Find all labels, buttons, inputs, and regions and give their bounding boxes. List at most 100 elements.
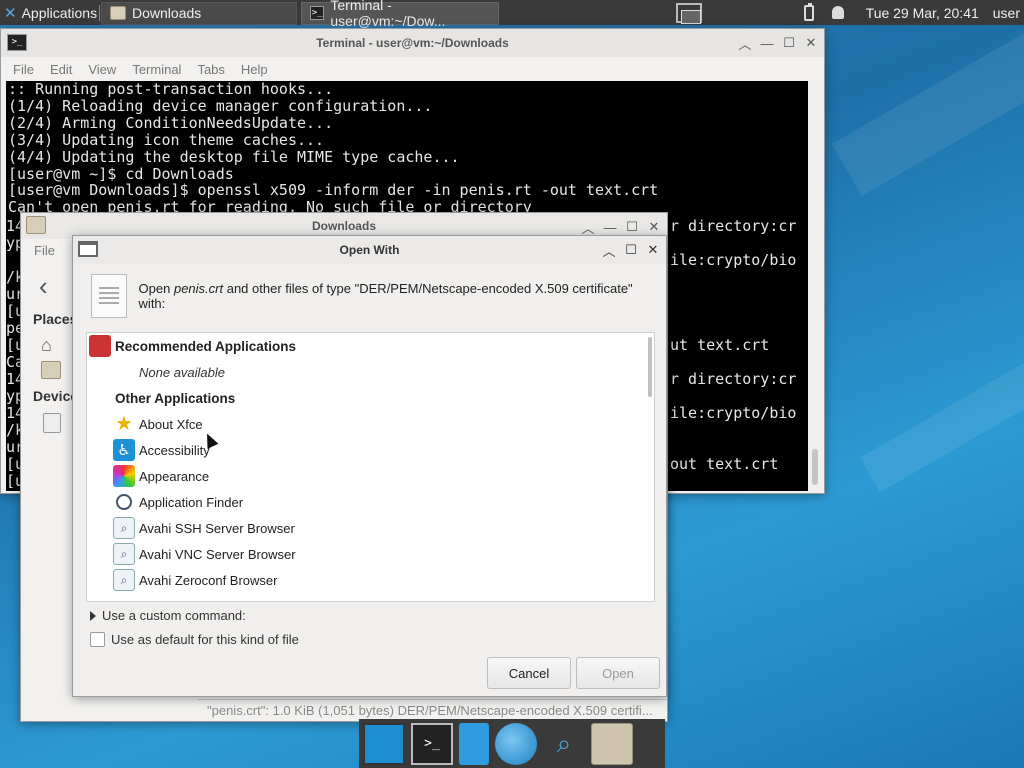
shade-button[interactable]: ︿ [738, 36, 752, 52]
close-button[interactable]: ✕ [804, 35, 818, 50]
desktop-folder-icon[interactable] [41, 361, 61, 379]
document-icon [91, 274, 127, 318]
show-desktop-icon[interactable] [363, 722, 405, 765]
terminal-fragment: ut text.crt [670, 336, 770, 354]
terminal-fragment: r directory:cr [670, 370, 797, 388]
drive-icon[interactable] [43, 413, 61, 433]
file-manager-icon[interactable] [591, 722, 633, 765]
terminal-icon[interactable]: >_ [411, 722, 453, 765]
taskbar-downloads[interactable]: Downloads [101, 1, 297, 25]
cancel-button[interactable]: Cancel [487, 657, 571, 689]
sidebar-places-label: Places [33, 311, 78, 327]
avahi-icon: ⌕ [113, 543, 135, 565]
use-as-default-checkbox[interactable]: Use as default for this kind of file [90, 632, 299, 647]
terminal-line: [user@vm Downloads]$ openssl x509 -infor… [8, 181, 659, 200]
terminal-line: (2/4) Arming ConditionNeedsUpdate... [8, 113, 334, 132]
list-scrollbar[interactable] [648, 337, 652, 397]
menu-tabs[interactable]: Tabs [189, 62, 232, 77]
close-button[interactable]: ✕ [647, 219, 661, 234]
menu-edit[interactable]: Edit [42, 62, 80, 77]
home-icon[interactable]: ⌂ [41, 335, 52, 356]
appearance-icon [113, 465, 135, 487]
dialog-title: Open With [339, 243, 400, 257]
terminal-fragment: ile:crypto/bio [670, 251, 797, 269]
star-icon: ★ [115, 413, 133, 435]
terminal-icon: >_ [310, 6, 325, 20]
application-list[interactable]: Recommended Applications None available … [86, 332, 655, 602]
avahi-icon: ⌕ [113, 517, 135, 539]
phone-icon[interactable] [459, 722, 489, 765]
panel-separator [99, 4, 100, 21]
none-available-label: None available [139, 364, 226, 380]
notification-bell-icon[interactable] [831, 6, 844, 19]
clock[interactable]: Tue 29 Mar, 20:41 [862, 0, 983, 25]
open-with-dialog: Open With ︿ ☐ ✕ Open penis.crt and other… [72, 235, 667, 697]
terminal-scrollbar[interactable] [809, 81, 823, 491]
panel-tray: Tue 29 Mar, 20:41 user [803, 0, 1024, 25]
back-button[interactable]: ‹ [39, 271, 48, 302]
app-avahi-ssh[interactable]: ⌕ Avahi SSH Server Browser [113, 515, 654, 541]
open-with-header: Open penis.crt and other files of type "… [91, 274, 656, 318]
terminal-line: [user@vm ~]$ cd Downloads [8, 164, 234, 183]
recommended-icon [89, 335, 111, 357]
terminal-fragment: ile:crypto/bio [670, 404, 797, 422]
window-icon [78, 241, 98, 257]
terminal-icon: >_ [7, 34, 27, 51]
maximize-button[interactable]: ☐ [625, 219, 639, 234]
app-about-xfce[interactable]: ★ About Xfce [113, 411, 654, 437]
app-accessibility[interactable]: ♿ Accessibility [113, 437, 654, 463]
close-button[interactable]: ✕ [646, 242, 660, 257]
menu-file[interactable]: File [34, 243, 55, 258]
accessibility-icon: ♿ [113, 439, 135, 461]
shade-button[interactable]: ︿ [602, 243, 616, 259]
web-browser-icon[interactable] [495, 722, 537, 765]
terminal-fragment: r directory:cr [670, 217, 797, 235]
checkbox[interactable] [90, 632, 105, 647]
menu-help[interactable]: Help [233, 62, 276, 77]
app-application-finder[interactable]: Application Finder [113, 489, 654, 515]
shade-button[interactable]: ︿ [581, 220, 595, 236]
open-with-description: Open penis.crt and other files of type "… [138, 281, 633, 311]
terminal-menubar: File Edit View Terminal Tabs Help [1, 57, 824, 81]
folder-icon [110, 6, 126, 20]
recommended-applications-group: Recommended Applications [89, 333, 649, 359]
maximize-button[interactable]: ☐ [624, 242, 638, 257]
open-button[interactable]: Open [576, 657, 660, 689]
terminal-line: (3/4) Updating icon theme caches... [8, 130, 325, 149]
app-appearance[interactable]: Appearance [113, 463, 654, 489]
applications-menu-button[interactable]: ✕ Applications [0, 0, 98, 25]
menu-file[interactable]: File [5, 62, 42, 77]
terminal-line: :: Running post-transaction hooks... [8, 81, 334, 98]
menu-view[interactable]: View [80, 62, 124, 77]
folder-icon [26, 216, 46, 234]
battery-icon[interactable] [803, 2, 814, 21]
avahi-icon: ⌕ [113, 569, 135, 591]
other-applications-group: Other Applications [115, 390, 236, 406]
terminal-titlebar[interactable]: >_ Terminal - user@vm:~/Downloads ︿ — ☐ … [1, 29, 824, 57]
workspace-switcher[interactable] [676, 3, 702, 24]
expander-arrow-icon [90, 610, 96, 621]
downloads-sidebar: File ‹ Places ⌂ Device [21, 239, 78, 719]
window-title: Downloads [311, 219, 376, 233]
menu-terminal[interactable]: Terminal [124, 62, 189, 77]
app-avahi-vnc[interactable]: ⌕ Avahi VNC Server Browser [113, 541, 654, 567]
app-avahi-zeroconf[interactable]: ⌕ Avahi Zeroconf Browser [113, 567, 654, 593]
taskbar-terminal[interactable]: >_ Terminal - user@vm:~/Dow... [301, 0, 499, 29]
user-menu[interactable]: user [989, 0, 1024, 25]
status-bar: "penis.crt": 1.0 KiB (1,051 bytes) DER/P… [197, 699, 667, 721]
open-with-titlebar[interactable]: Open With ︿ ☐ ✕ [73, 236, 666, 264]
scrollbar-thumb[interactable] [812, 449, 818, 485]
minimize-button[interactable]: — [760, 36, 774, 51]
app-finder-icon[interactable]: ⌕ [543, 723, 585, 765]
desktop-decoration [831, 0, 1024, 196]
terminal-fragment: out text.crt [670, 455, 779, 473]
window-title: Terminal - user@vm:~/Downloads [316, 36, 509, 50]
terminal-line: (1/4) Reloading device manager configura… [8, 96, 433, 115]
top-panel: ✕ Applications Downloads >_ Terminal - u… [0, 0, 1024, 29]
terminal-line: (4/4) Updating the desktop file MIME typ… [8, 147, 460, 166]
maximize-button[interactable]: ☐ [782, 35, 796, 50]
custom-command-expander[interactable]: Use a custom command: [90, 608, 246, 623]
minimize-button[interactable]: — [603, 220, 617, 235]
bottom-dock: >_ ⌕ [359, 719, 665, 768]
finder-icon [113, 491, 135, 513]
